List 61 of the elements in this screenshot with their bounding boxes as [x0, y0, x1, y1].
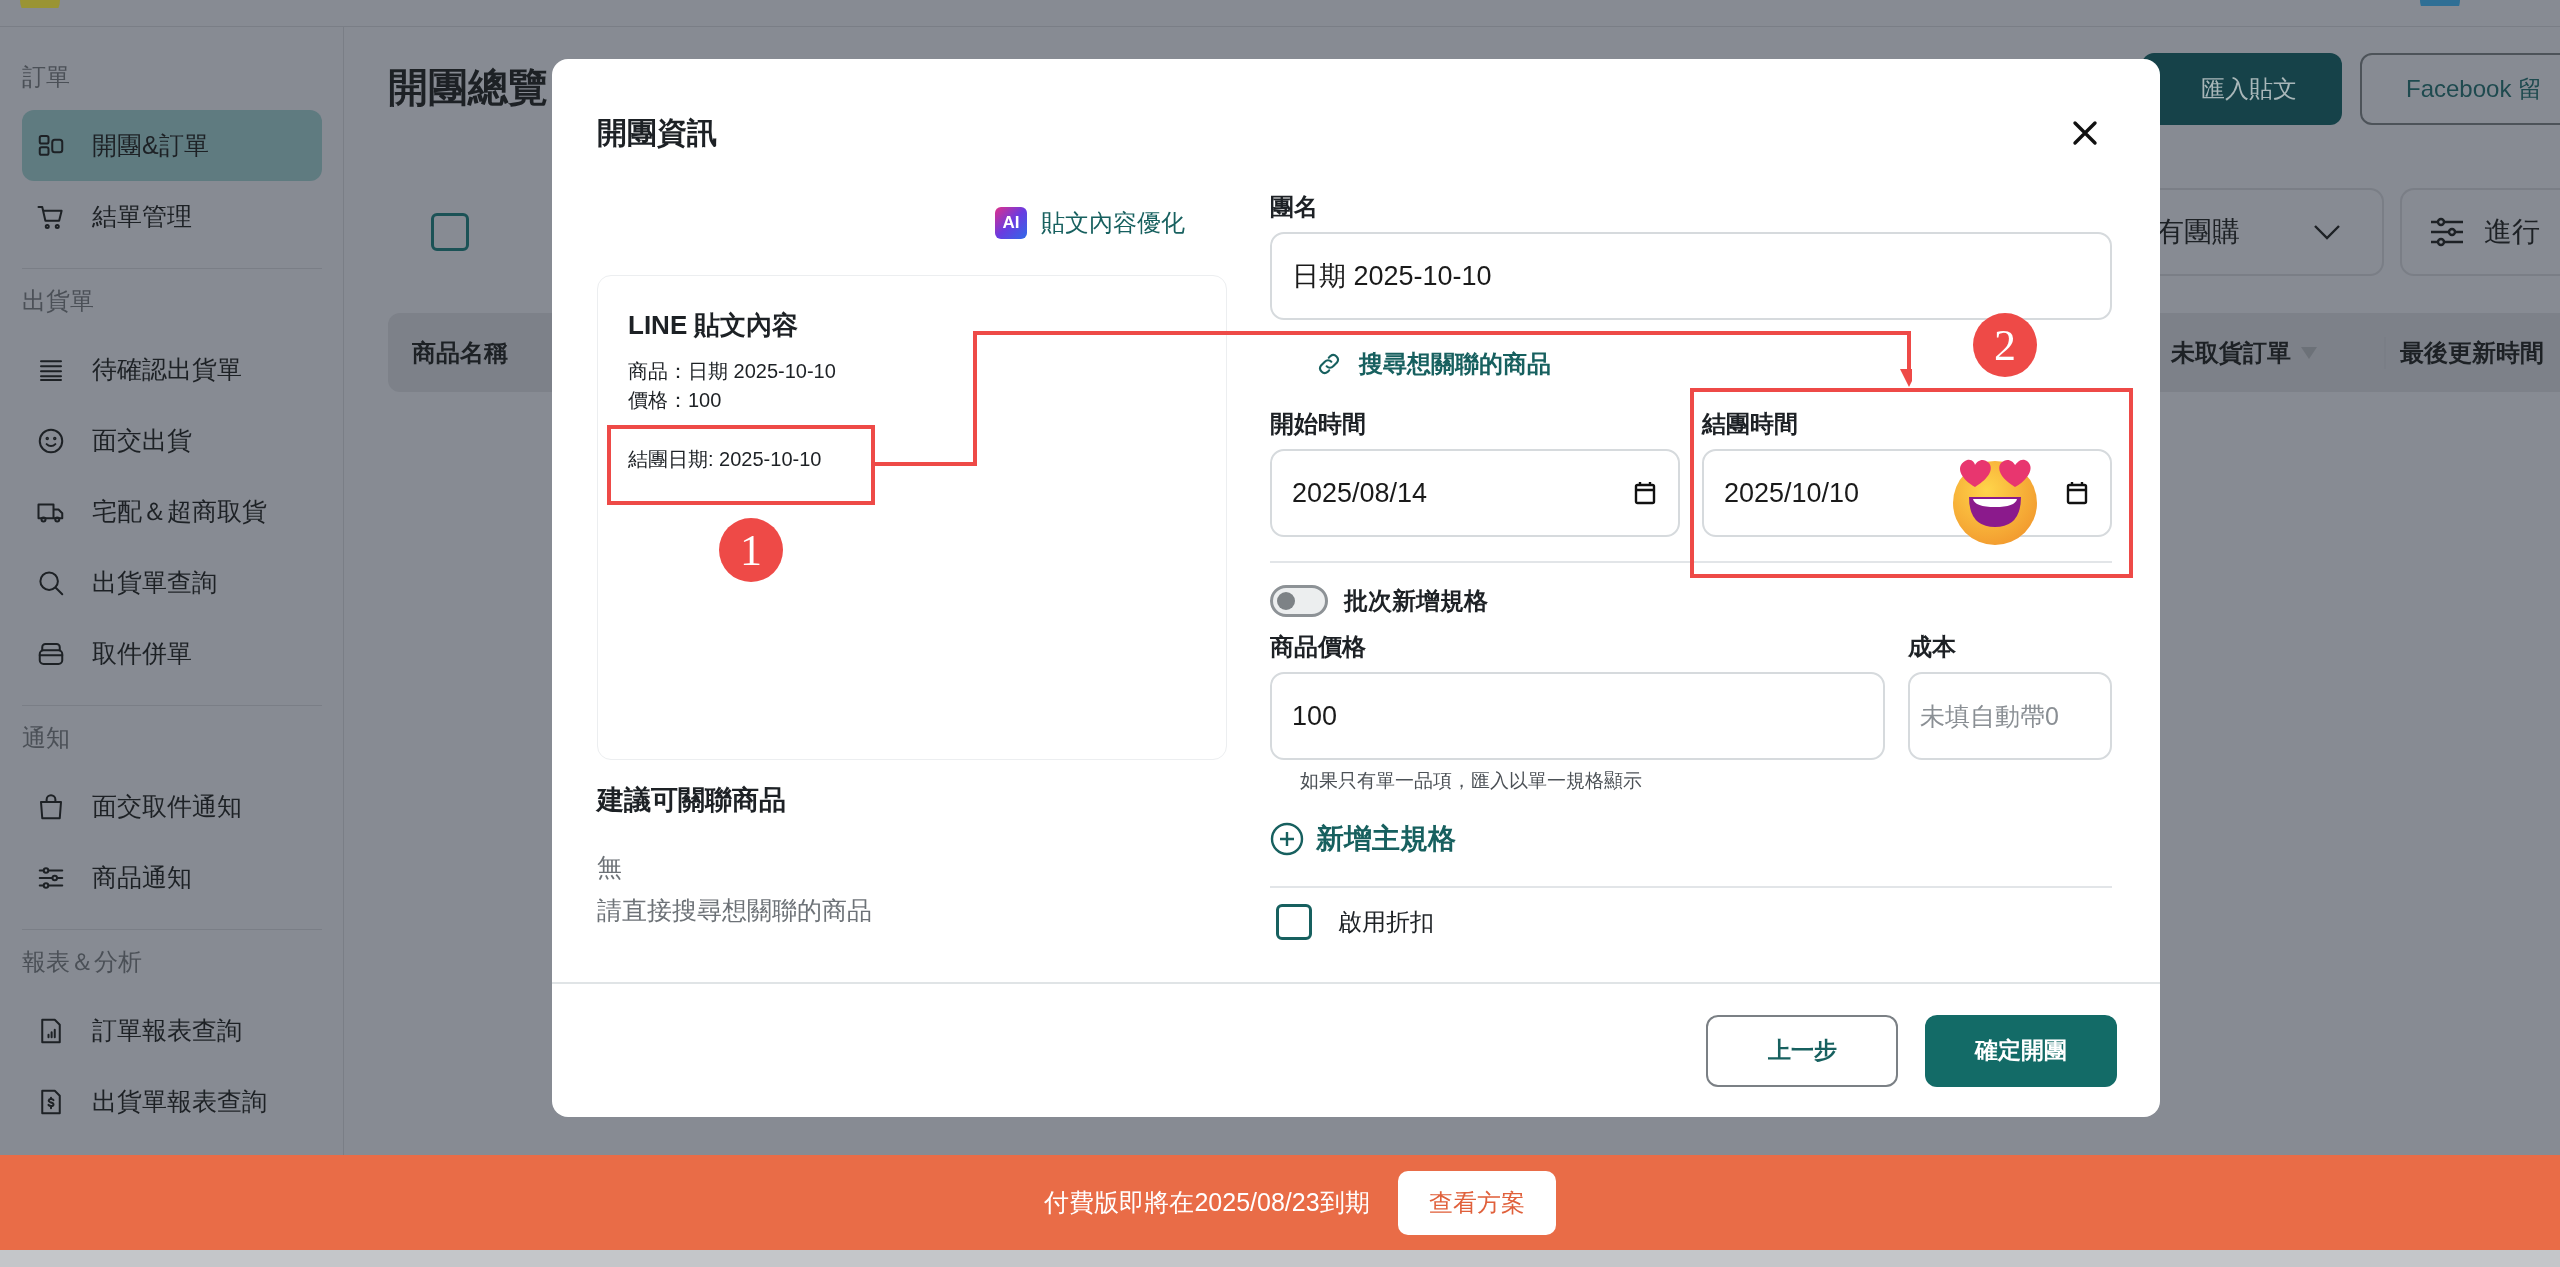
- cost-field[interactable]: 未填自動帶0: [1908, 672, 2112, 760]
- column-header[interactable]: 未取貨訂單: [2171, 336, 2386, 369]
- suggestion-text: 無: [597, 852, 623, 883]
- search-products-link[interactable]: 搜尋想關聯的商品: [1315, 348, 1551, 380]
- confirm-button[interactable]: 確定開團: [1925, 1014, 2117, 1087]
- modal-title: 開團資訊: [597, 114, 717, 151]
- back-button[interactable]: 上一步: [1706, 1014, 1898, 1087]
- sidebar-item[interactable]: 宅配＆超商取貨: [22, 476, 322, 547]
- field-label: 商品價格: [1270, 632, 1367, 662]
- calendar-icon[interactable]: [2066, 481, 2088, 505]
- hint-text: 如果只有單一品項，匯入以單一規格顯示: [1300, 769, 1643, 793]
- sidebar-item[interactable]: 商品通知: [22, 842, 322, 913]
- view-plans-button[interactable]: 查看方案: [1397, 1170, 1556, 1235]
- batch-toggle[interactable]: [1270, 585, 1328, 617]
- chevron-down-icon: [2312, 223, 2342, 241]
- section-title: 通知: [22, 723, 71, 753]
- sidebar-item[interactable]: 結單管理: [22, 181, 322, 252]
- sidebar-item[interactable]: 取件併單: [22, 618, 322, 689]
- section-title: 訂單: [22, 62, 71, 92]
- sidebar-item[interactable]: 開團&訂單: [22, 110, 322, 181]
- post-line: 商品：日期 2025-10-10: [628, 359, 837, 384]
- sidebar-item[interactable]: 面交取件通知: [22, 771, 322, 842]
- section-title: 報表＆分析: [22, 947, 143, 977]
- price-field[interactable]: 100: [1270, 672, 1885, 760]
- ai-optimize-link[interactable]: AI 貼文內容優化: [995, 207, 1185, 239]
- filter-button[interactable]: 進行: [2400, 188, 2560, 276]
- toggle-label: 批次新增規格: [1344, 586, 1488, 616]
- post-line: 結團日期: 2025-10-10: [628, 447, 823, 472]
- close-icon[interactable]: [2072, 120, 2098, 146]
- plus-circle-icon: [1270, 822, 1304, 856]
- suggestions-heading: 建議可關聯商品: [597, 784, 787, 817]
- expiry-notice: 付費版即將在2025/08/23到期: [1044, 1187, 1370, 1218]
- card-title: LINE 貼文內容: [628, 309, 800, 342]
- sidebar-item[interactable]: 訂單報表查詢: [22, 995, 322, 1066]
- sidebar-item[interactable]: 待確認出貨單: [22, 334, 322, 405]
- discount-checkbox[interactable]: [1276, 904, 1312, 940]
- step-badge: 1: [719, 518, 783, 582]
- suggestion-text: 請直接搜尋想關聯的商品: [597, 895, 873, 926]
- header-button[interactable]: 匯入貼文: [2142, 53, 2342, 125]
- section-title: 出貨單: [22, 286, 95, 316]
- step-badge: 2: [1973, 313, 2037, 377]
- field-label: 結團時間: [1702, 409, 1799, 439]
- ai-badge: AI: [995, 207, 1027, 239]
- group-name-field[interactable]: 日期 2025-10-10: [1270, 232, 2112, 320]
- field-label: 團名: [1270, 192, 1319, 222]
- header-button[interactable]: Facebook 留: [2360, 53, 2560, 125]
- sidebar-item[interactable]: 面交出貨: [22, 405, 322, 476]
- date-field[interactable]: 2025/08/14: [1270, 449, 1680, 537]
- sidebar-item[interactable]: 出貨單查詢: [22, 547, 322, 618]
- post-line: 價格：100: [628, 388, 723, 413]
- checkbox-label: 啟用折扣: [1338, 907, 1434, 937]
- sidebar-item[interactable]: 出貨單報表查詢: [22, 1066, 322, 1137]
- logo-icon: [20, 0, 60, 8]
- add-spec-link[interactable]: 新增主規格: [1270, 820, 1456, 858]
- calendar-icon[interactable]: [1634, 481, 1656, 505]
- column-header[interactable]: 最後更新時間: [2386, 336, 2544, 369]
- page-title: 開團總覽: [388, 63, 548, 111]
- sliders-icon: [2430, 217, 2464, 247]
- field-label: 成本: [1908, 632, 1957, 662]
- field-label: 開始時間: [1270, 409, 1367, 439]
- select-all-checkbox[interactable]: [431, 213, 469, 251]
